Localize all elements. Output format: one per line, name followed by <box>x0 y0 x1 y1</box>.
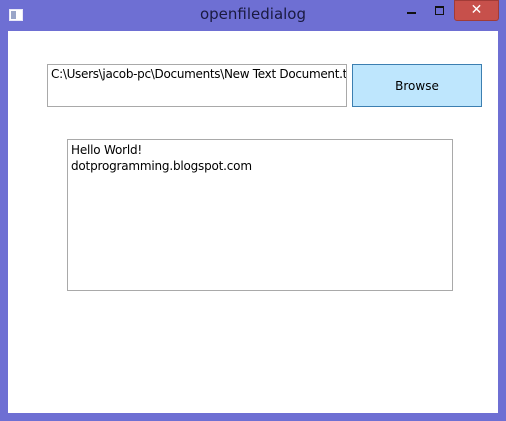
close-icon: ✕ <box>470 2 483 18</box>
maximize-button[interactable] <box>426 0 453 21</box>
file-path-field[interactable]: C:\Users\jacob-pc\Documents\New Text Doc… <box>47 64 347 107</box>
content-line: Hello World! <box>71 143 143 157</box>
client-area: C:\Users\jacob-pc\Documents\New Text Doc… <box>8 31 498 413</box>
minimize-button[interactable] <box>398 0 425 21</box>
content-line: dotprogramming.blogspot.com <box>71 159 252 173</box>
close-button[interactable]: ✕ <box>454 0 499 21</box>
file-content-textarea[interactable]: Hello World! dotprogramming.blogspot.com <box>67 139 453 291</box>
app-window: openfiledialog ✕ C:\Users\jacob-pc\Docum… <box>0 0 506 421</box>
browse-button[interactable]: Browse <box>352 64 482 107</box>
title-bar[interactable]: openfiledialog ✕ <box>0 0 506 31</box>
